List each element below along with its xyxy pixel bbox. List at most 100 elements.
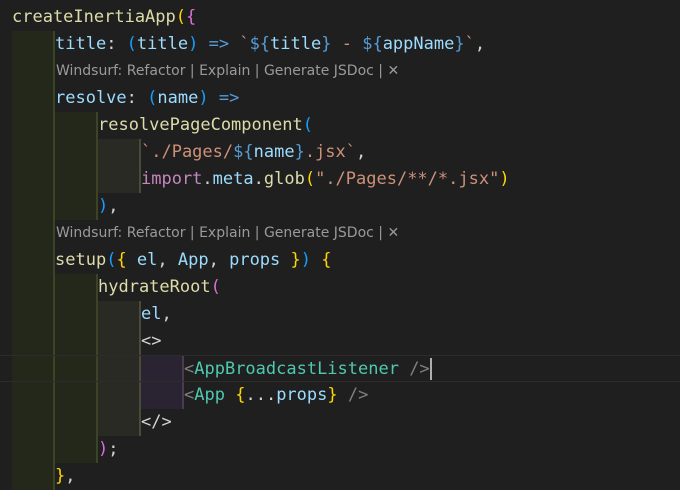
code-token: } [294,142,305,162]
code-token: title [136,34,189,54]
code-token: ) [188,34,199,54]
code-line[interactable]: import.meta.glob("./Pages/**/*.jsx") [0,166,680,193]
code-token: </ [141,412,162,432]
code-token: => [198,34,240,54]
code-token: { [321,250,332,270]
code-token: appName [382,34,455,54]
codelens-bar: Windsurf: Refactor | Explain | Generate … [56,58,399,85]
code-token: ) [300,250,312,270]
code-token: glob [263,169,305,189]
code-token: } [321,34,332,54]
code-token: ( [106,250,117,270]
code-line[interactable]: <AppBroadcastListener /> [0,355,680,382]
code-text: resolve: (name) => [55,85,239,112]
code-token: props [276,385,328,405]
code-line[interactable]: ), [0,193,680,220]
code-token: ) [499,169,510,189]
code-token: name [253,142,295,162]
code-token: el [126,250,158,270]
codelens-separator: | [373,225,388,241]
code-line[interactable]: </> [0,409,680,436]
codelens-separator: | [250,225,264,241]
codelens-close-icon[interactable]: ✕ [387,225,399,241]
code-token: ( [210,277,221,297]
code-token: } [55,466,66,486]
codelens-generate-jsdoc-action[interactable]: Generate JSDoc [264,63,374,79]
codelens-explain-action[interactable]: Explain [199,225,250,241]
code-text: ); [98,436,119,463]
code-token: setup [55,250,107,270]
code-line[interactable]: `./Pages/${name}.jsx`, [0,139,680,166]
code-line[interactable]: resolve: (name) => [0,85,680,112]
code-line[interactable]: ); [0,436,680,463]
code-text: <AppBroadcastListener /> [184,356,430,383]
code-token: hydrateRoot [98,277,211,297]
code-token: , [65,466,76,486]
code-token: ${ [249,34,271,54]
code-token: props [229,250,281,270]
code-token: > [161,412,172,432]
code-text: ), [98,193,119,220]
code-token: ; [108,439,119,459]
codelens-bar: Windsurf: Refactor | Explain | Generate … [56,220,399,247]
code-token: <> [141,331,162,351]
code-line[interactable]: setup({ el, App, props }) { [0,247,680,274]
code-token: ( [302,115,313,135]
code-text: el, [141,301,172,328]
code-token: < [184,385,195,405]
code-line[interactable]: <App {...props} /> [0,382,680,409]
code-token: , [157,250,178,270]
codelens-close-icon[interactable]: ✕ [387,63,399,79]
code-token: /> [337,385,369,405]
codelens-explain-action[interactable]: Explain [199,63,250,79]
indent-guide [53,58,55,85]
code-token: , [208,250,230,270]
code-token: .jsx` [304,142,356,162]
code-text: import.meta.glob("./Pages/**/*.jsx") [141,166,510,193]
code-text: <> [141,328,161,355]
code-line[interactable]: title: (title) => `${title} - ${appName}… [0,31,680,58]
code-token: : [126,88,148,108]
codelens-prefix: Windsurf: [56,225,127,241]
code-text: </> [141,409,172,436]
code-text: }, [55,463,76,490]
code-token: name [157,88,199,108]
code-token: { [235,385,246,405]
code-token: . [202,169,213,189]
code-line[interactable]: <> [0,328,680,355]
codelens-separator: | [373,63,388,79]
code-token: < [184,359,195,379]
codelens-refactor-action[interactable]: Refactor [127,63,186,79]
code-token: ) [198,88,209,108]
code-token: ( [147,88,158,108]
codelens-generate-jsdoc-action[interactable]: Generate JSDoc [264,225,374,241]
code-token: `./Pages/ [141,142,234,162]
code-line[interactable]: el, [0,301,680,328]
code-token: : [106,34,127,54]
code-line[interactable]: createInertiaApp({ [0,4,680,31]
code-token: ( [175,7,187,27]
code-token: } [280,250,301,270]
code-line[interactable]: resolvePageComponent( [0,112,680,139]
code-token: , [161,304,172,324]
code-line[interactable]: }, [0,463,680,490]
code-token: el [141,304,162,324]
codelens-refactor-action[interactable]: Refactor [127,225,186,241]
code-token: { [186,7,197,27]
code-text: resolvePageComponent( [98,112,313,139]
code-token: ${ [233,142,254,162]
code-editor[interactable]: createInertiaApp({title: (title) => `${t… [0,0,680,490]
text-cursor [430,358,432,380]
code-token: title [270,34,322,54]
code-token: createInertiaApp [12,7,176,27]
code-text: title: (title) => `${title} - ${appName}… [55,31,485,58]
code-token: AppBroadcastListener [194,359,399,379]
code-token: resolve [55,88,127,108]
code-text: hydrateRoot( [98,274,221,301]
code-line[interactable]: hydrateRoot( [0,274,680,301]
code-token: => [208,88,240,108]
code-token: title [55,34,107,54]
codelens-separator: | [185,63,200,79]
